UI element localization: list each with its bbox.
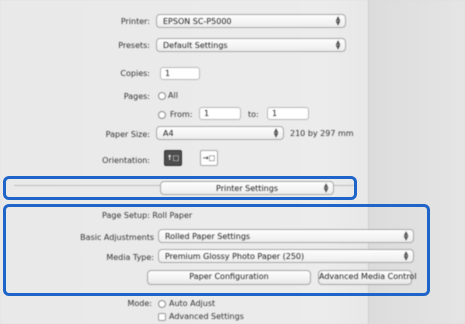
presets-label: Presets:: [118, 41, 150, 50]
paper-size-popup[interactable]: A4 ▲ ▼: [156, 126, 284, 140]
presets-popup[interactable]: Default Settings ▲ ▼: [156, 38, 346, 52]
to-field[interactable]: 1: [267, 107, 309, 120]
copies-field[interactable]: 1: [160, 67, 200, 80]
mode-auto-radio[interactable]: [158, 300, 166, 308]
portrait-icon: ↑□: [166, 154, 180, 162]
printer-label: Printer:: [120, 17, 150, 26]
pages-from-label: From:: [170, 110, 193, 119]
pages-range-radio[interactable]: [158, 111, 166, 119]
pages-to-label: to:: [248, 110, 259, 119]
orientation-label: Orientation:: [102, 156, 150, 165]
orientation-landscape-button[interactable]: →□: [200, 150, 218, 166]
pages-label: Pages:: [123, 92, 150, 101]
advanced-settings-label: Advanced Settings: [169, 312, 244, 321]
landscape-icon: →□: [202, 154, 216, 162]
copies-label: Copies:: [120, 69, 150, 78]
presets-value: Default Settings: [163, 41, 228, 50]
section-popup-highlight: [3, 176, 357, 200]
mode-auto-label: Auto Adjust: [169, 299, 216, 308]
printer-value: EPSON SC-P5000: [163, 17, 232, 26]
mode-label: Mode:: [127, 299, 153, 308]
popup-arrows-icon: ▲ ▼: [335, 39, 341, 51]
advanced-settings-checkbox[interactable]: [158, 313, 166, 321]
popup-arrows-icon: ▲ ▼: [273, 127, 279, 139]
pages-all-label: All: [168, 91, 178, 100]
printer-popup[interactable]: EPSON SC-P5000 ▲ ▼: [156, 14, 346, 28]
paper-size-value: A4: [163, 129, 174, 138]
pages-all-radio[interactable]: [158, 92, 166, 100]
orientation-portrait-button[interactable]: ↑□: [164, 150, 182, 166]
paper-size-label: Paper Size:: [105, 130, 150, 139]
popup-arrows-icon: ▲ ▼: [335, 15, 341, 27]
paper-size-dims: 210 by 297 mm: [290, 129, 354, 138]
settings-highlight: [3, 204, 430, 296]
from-field[interactable]: 1: [199, 107, 241, 120]
